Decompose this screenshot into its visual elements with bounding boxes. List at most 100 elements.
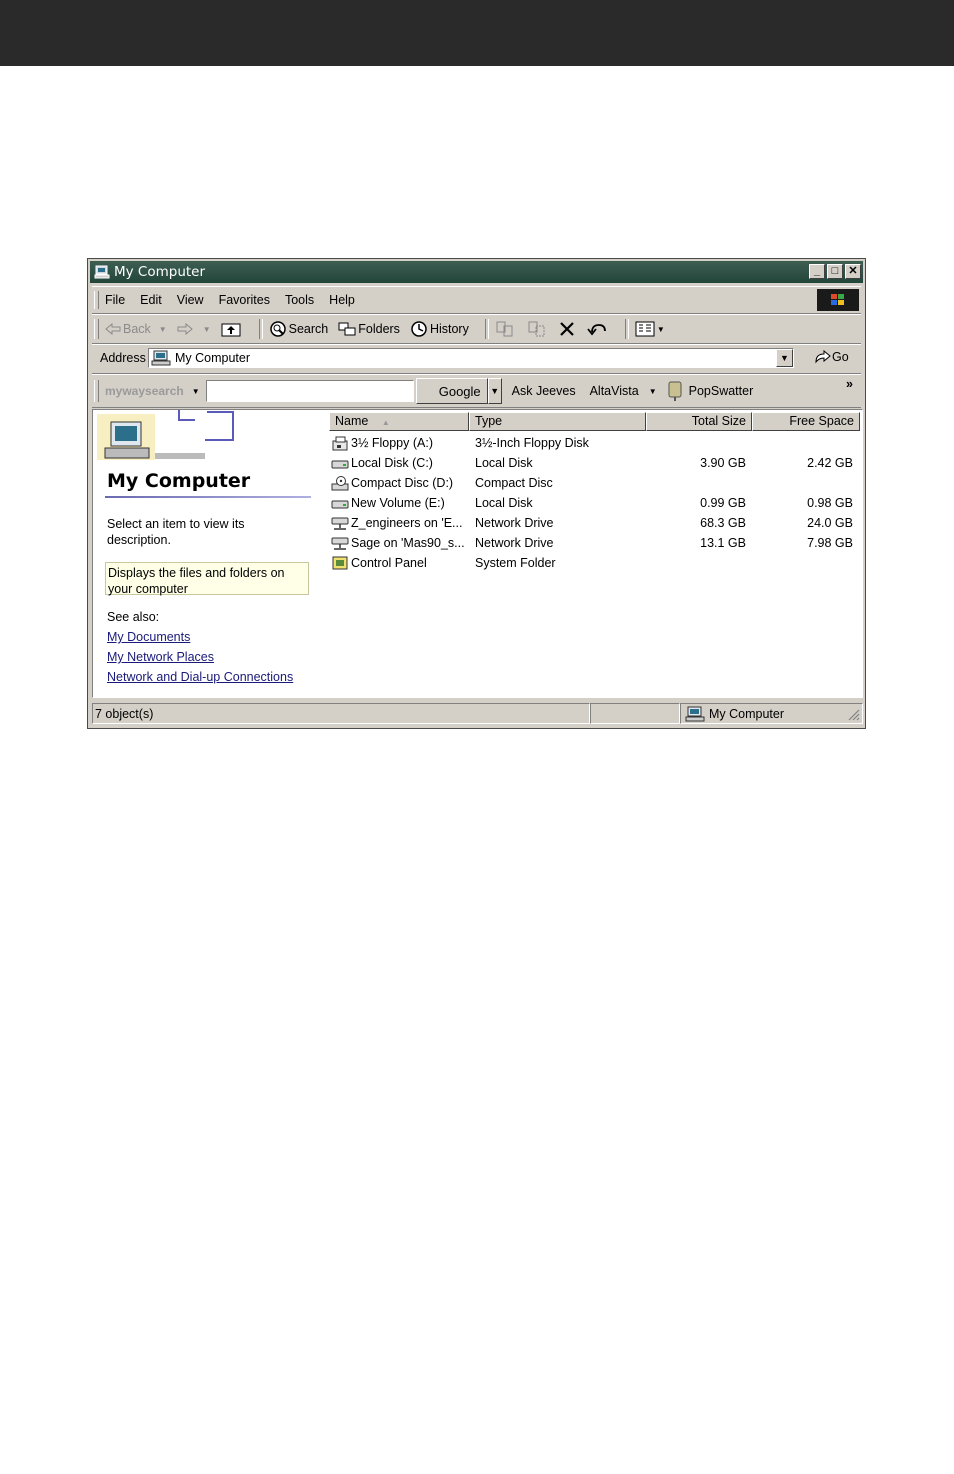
hard-drive-icon: [331, 500, 349, 509]
network-drive-icon: [331, 517, 349, 530]
forward-dropdown-icon[interactable]: ▼: [203, 325, 211, 334]
folders-icon: [338, 322, 356, 336]
menu-file[interactable]: File: [105, 293, 125, 307]
maximize-button[interactable]: □: [827, 264, 843, 279]
column-header-free-space[interactable]: Free Space: [752, 412, 860, 431]
status-zone-label: My Computer: [709, 706, 785, 721]
close-button[interactable]: ✕: [845, 264, 861, 279]
item-name: Local Disk (C:): [351, 456, 433, 470]
list-item[interactable]: Control Panel System Folder: [329, 554, 862, 574]
menu-tools[interactable]: Tools: [285, 293, 314, 307]
minimize-button[interactable]: _: [809, 264, 825, 279]
back-arrow-icon: [105, 323, 121, 335]
go-button[interactable]: Go: [814, 350, 849, 364]
forward-arrow-icon: [177, 323, 193, 335]
list-item[interactable]: Z_engineers on 'E... Network Drive 68.3 GB…: [329, 514, 862, 534]
altavista-button[interactable]: AltaVista: [590, 384, 639, 398]
views-icon: [635, 321, 655, 337]
address-bar: Address My Computer ▼ Go: [92, 344, 861, 374]
title-bar[interactable]: My Computer _ □ ✕: [90, 261, 863, 283]
toolbar-grip[interactable]: [94, 319, 99, 339]
content-area: My Computer Select an item to view its d…: [92, 409, 863, 698]
copy-to-button[interactable]: [527, 320, 549, 338]
resize-grip-icon[interactable]: [846, 707, 860, 721]
mywaysearch-dropdown-icon[interactable]: ▼: [192, 387, 200, 396]
link-my-network-places[interactable]: My Network Places: [107, 650, 214, 664]
go-arrow-icon: [815, 350, 831, 364]
file-list: Name ▲ Type Total Size Free Space 3½ Flo…: [329, 410, 862, 697]
forward-button[interactable]: ▼: [177, 323, 211, 335]
search-button[interactable]: Search: [269, 320, 328, 338]
computer-icon: [685, 706, 705, 721]
mywaysearch-brand[interactable]: mywaysearch: [105, 384, 184, 398]
item-type: System Folder: [475, 556, 556, 570]
toolbar-separator: [624, 319, 629, 339]
status-bar: 7 object(s) My Computer: [92, 703, 863, 724]
address-dropdown-icon[interactable]: ▼: [776, 349, 793, 367]
link-network-dialup[interactable]: Network and Dial-up Connections: [107, 670, 293, 684]
undo-icon: [587, 324, 606, 336]
menu-edit[interactable]: Edit: [140, 293, 162, 307]
mywaysearch-toolbar: mywaysearch ▼ Google ▼ Ask Jeeves AltaVi…: [92, 374, 861, 408]
back-button[interactable]: Back ▼: [105, 322, 167, 336]
history-label: History: [429, 322, 469, 336]
google-label: Google: [438, 383, 481, 399]
column-header-type[interactable]: Type: [469, 412, 646, 431]
views-dropdown-icon[interactable]: ▼: [657, 325, 665, 334]
address-value[interactable]: My Computer: [175, 351, 250, 365]
item-name: Compact Disc (D:): [351, 476, 454, 490]
list-item[interactable]: Compact Disc (D:) Compact Disc: [329, 474, 862, 494]
item-name: 3½ Floppy (A:): [351, 436, 433, 450]
list-item[interactable]: Local Disk (C:) Local Disk 3.90 GB 2.42 GB: [329, 454, 862, 474]
history-button[interactable]: History: [410, 320, 469, 338]
delete-x-icon: [560, 322, 574, 336]
address-label: Address: [100, 351, 146, 365]
back-dropdown-icon[interactable]: ▼: [159, 325, 167, 334]
list-item[interactable]: New Volume (E:) Local Disk 0.99 GB 0.98 GB: [329, 494, 862, 514]
menu-help[interactable]: Help: [329, 293, 355, 307]
list-item[interactable]: 3½ Floppy (A:) 3½-Inch Floppy Disk: [329, 434, 862, 454]
name-header-label: Name: [335, 414, 369, 428]
back-label: Back: [123, 322, 151, 336]
status-zone-panel: My Computer: [680, 703, 863, 724]
my-computer-window: My Computer _ □ ✕ File Edit View Favorit…: [87, 258, 866, 729]
search-icon: [269, 321, 286, 337]
toolbar-more-chevron[interactable]: »: [846, 377, 853, 391]
network-drive-icon: [331, 537, 349, 550]
item-type: Compact Disc: [475, 476, 553, 490]
search-input[interactable]: [205, 380, 414, 402]
left-pane-hint: Select an item to view its description.: [107, 517, 245, 547]
popswatter-button[interactable]: PopSwatter: [667, 381, 754, 401]
item-type: Local Disk: [475, 496, 533, 510]
column-header-total-size[interactable]: Total Size: [646, 412, 752, 431]
move-to-button[interactable]: [495, 320, 517, 338]
popswatter-label: PopSwatter: [688, 384, 754, 398]
left-pane-title: My Computer: [107, 470, 251, 492]
copy-to-icon: [528, 321, 545, 337]
web-view-pane: My Computer Select an item to view its d…: [93, 410, 325, 697]
toolbar-separator: [258, 319, 263, 339]
menu-view[interactable]: View: [177, 293, 204, 307]
item-free-space: 2.42 GB: [807, 456, 853, 470]
menu-grip[interactable]: [94, 290, 99, 310]
menu-favorites[interactable]: Favorites: [219, 293, 270, 307]
control-panel-icon: [332, 556, 348, 570]
undo-button[interactable]: [587, 322, 609, 336]
item-type: 3½-Inch Floppy Disk: [475, 436, 589, 450]
folders-label: Folders: [358, 322, 400, 336]
link-my-documents[interactable]: My Documents: [107, 630, 190, 644]
delete-button[interactable]: [559, 321, 577, 337]
item-total-size: 3.90 GB: [700, 456, 746, 470]
column-header-name[interactable]: Name ▲: [329, 412, 469, 431]
google-search-button[interactable]: Google: [415, 378, 488, 404]
address-combobox[interactable]: My Computer ▼: [148, 348, 794, 368]
views-button[interactable]: ▼: [635, 321, 665, 337]
up-folder-button[interactable]: [221, 321, 243, 337]
search-toolbar-grip[interactable]: [94, 379, 99, 403]
folders-button[interactable]: Folders: [338, 321, 400, 337]
altavista-dropdown-icon[interactable]: ▼: [649, 387, 657, 396]
ask-jeeves-button[interactable]: Ask Jeeves: [512, 384, 576, 398]
list-item[interactable]: Sage on 'Mas90_s... Network Drive 13.1 GB 7…: [329, 534, 862, 554]
google-dropdown-icon[interactable]: ▼: [487, 378, 502, 404]
status-blank-panel: [590, 703, 680, 724]
